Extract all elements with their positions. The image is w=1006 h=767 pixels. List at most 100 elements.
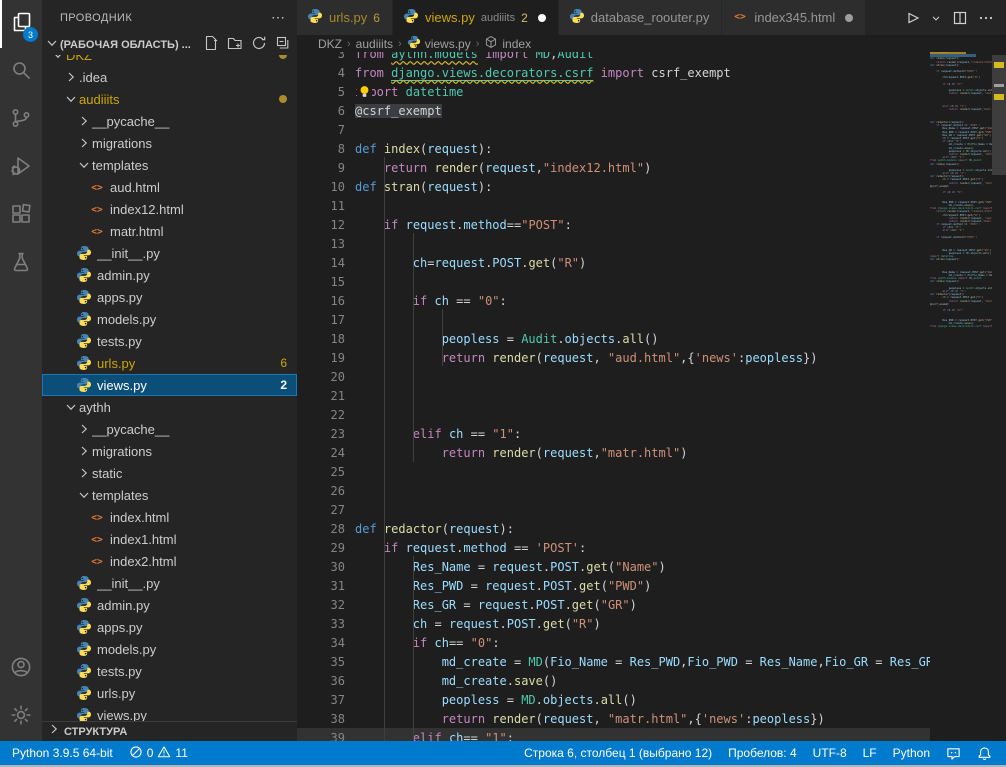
- tree-item-urls.py[interactable]: urls.py: [42, 682, 297, 704]
- language-mode[interactable]: Python: [885, 741, 938, 765]
- code-line-15[interactable]: 15: [297, 272, 930, 291]
- line-number[interactable]: 5: [297, 85, 345, 99]
- tree-item-templates[interactable]: templates: [42, 154, 297, 176]
- activity-explorer[interactable]: 3: [0, 0, 42, 48]
- code-line-9[interactable]: 9 return render(request,"index12.html"): [297, 158, 930, 177]
- activity-source-control[interactable]: [0, 96, 42, 144]
- tree-item-audiiits[interactable]: audiiits: [42, 88, 297, 110]
- sidebar-more-actions[interactable]: ⋯: [271, 9, 285, 26]
- tab-database_roouter.py[interactable]: database_roouter.py: [559, 0, 723, 35]
- encoding-status[interactable]: UTF-8: [805, 741, 855, 765]
- line-number[interactable]: 35: [297, 655, 345, 669]
- code-line-34[interactable]: 34 if ch== "0":: [297, 633, 930, 652]
- code-line-7[interactable]: 7: [297, 120, 930, 139]
- activity-testing[interactable]: [0, 240, 42, 288]
- tab-views.py[interactable]: views.pyaudiiits2: [393, 0, 559, 35]
- code-line-11[interactable]: 11: [297, 196, 930, 215]
- tree-item-index.html[interactable]: <>index.html: [42, 506, 297, 528]
- tree-item-matr.html[interactable]: <>matr.html: [42, 220, 297, 242]
- code-line-30[interactable]: 30 Res_Name = request.POST.get("Name"): [297, 557, 930, 576]
- line-number[interactable]: 11: [297, 199, 345, 213]
- line-number[interactable]: 24: [297, 446, 345, 460]
- workspace-section-header[interactable]: (РАБОЧАЯ ОБЛАСТЬ) ...: [42, 35, 297, 55]
- code-line-24[interactable]: 24 return render(request,"matr.html"): [297, 443, 930, 462]
- code-line-21[interactable]: 21: [297, 386, 930, 405]
- line-number[interactable]: 4: [297, 66, 345, 80]
- line-number[interactable]: 37: [297, 693, 345, 707]
- more-actions-button-icon[interactable]: [978, 10, 994, 26]
- line-number[interactable]: 14: [297, 256, 345, 270]
- tree-item-models.py[interactable]: models.py: [42, 308, 297, 330]
- line-number[interactable]: 9: [297, 161, 345, 175]
- lightbulb-icon[interactable]: [357, 84, 372, 104]
- split-editor-button-icon[interactable]: [952, 10, 968, 26]
- scrollbar-thumb[interactable]: [992, 55, 1006, 175]
- line-number[interactable]: 33: [297, 617, 345, 631]
- breadcrumb-views.py[interactable]: views.py: [407, 35, 471, 52]
- line-number[interactable]: 21: [297, 389, 345, 403]
- line-number[interactable]: 6: [297, 104, 345, 118]
- collapse-all-icon[interactable]: [275, 35, 291, 56]
- line-number[interactable]: 28: [297, 522, 345, 536]
- code-line-36[interactable]: 36 md_create.save(): [297, 671, 930, 690]
- tab-index345.html[interactable]: <>index345.html: [722, 0, 866, 35]
- line-number[interactable]: 23: [297, 427, 345, 441]
- code-line-28[interactable]: 28def redactor(request):: [297, 519, 930, 538]
- tree-item-admin.py[interactable]: admin.py: [42, 594, 297, 616]
- code-line-25[interactable]: 25: [297, 462, 930, 481]
- tree-item-__init__.py[interactable]: __init__.py: [42, 572, 297, 594]
- code-line-4[interactable]: 4from django.views.decorators.csrf impor…: [297, 63, 930, 82]
- code-line-32[interactable]: 32 Res_GR = request.POST.get("GR"): [297, 595, 930, 614]
- line-number[interactable]: 10: [297, 180, 345, 194]
- line-number[interactable]: 36: [297, 674, 345, 688]
- tree-item-migrations[interactable]: migrations: [42, 132, 297, 154]
- notifications-bell-icon[interactable]: [969, 741, 1000, 765]
- line-number[interactable]: 30: [297, 560, 345, 574]
- code-line-31[interactable]: 31 Res_PWD = request.POST.get("PWD"): [297, 576, 930, 595]
- tree-item-aud.html[interactable]: <>aud.html: [42, 176, 297, 198]
- indentation-status[interactable]: Пробелов: 4: [720, 741, 805, 765]
- code-line-37[interactable]: 37 peopless = MD.objects.all(): [297, 690, 930, 709]
- line-number[interactable]: 31: [297, 579, 345, 593]
- code-line-26[interactable]: 26: [297, 481, 930, 500]
- tab-urls.py[interactable]: urls.py6: [297, 0, 393, 35]
- activity-search[interactable]: [0, 48, 42, 96]
- new-file-icon[interactable]: [203, 35, 219, 56]
- line-number[interactable]: 12: [297, 218, 345, 232]
- tree-item-views.py[interactable]: views.py2: [42, 374, 297, 396]
- line-number[interactable]: 20: [297, 370, 345, 384]
- new-folder-icon[interactable]: [227, 35, 243, 56]
- minimap[interactable]: from django.views.decorators.csrf import…: [930, 35, 992, 741]
- tree-item-migrations[interactable]: migrations: [42, 440, 297, 462]
- code-line-27[interactable]: 27: [297, 500, 930, 519]
- code-line-8[interactable]: 8def index(request):: [297, 139, 930, 158]
- code-line-38[interactable]: 38 return render(request, "matr.html",{'…: [297, 709, 930, 728]
- code-line-12[interactable]: 12 if request.method=="POST":: [297, 215, 930, 234]
- line-number[interactable]: 13: [297, 237, 345, 251]
- breadcrumb-audiiits[interactable]: audiiits: [356, 37, 393, 51]
- code-line-5[interactable]: 5import datetime: [297, 82, 930, 101]
- activity-settings[interactable]: [0, 693, 42, 741]
- code-line-39[interactable]: 39 elif ch== "1":: [297, 728, 930, 741]
- activity-account[interactable]: [0, 645, 42, 693]
- code-line-20[interactable]: 20: [297, 367, 930, 386]
- tree-item-admin.py[interactable]: admin.py: [42, 264, 297, 286]
- run-dropdown-icon[interactable]: [930, 12, 942, 24]
- code-line-14[interactable]: 14 ch=request.POST.get("R"): [297, 253, 930, 272]
- run-button-icon[interactable]: [904, 10, 920, 26]
- line-number[interactable]: 16: [297, 294, 345, 308]
- line-number[interactable]: 26: [297, 484, 345, 498]
- line-number[interactable]: 22: [297, 408, 345, 422]
- line-number[interactable]: 34: [297, 636, 345, 650]
- tree-item-tests.py[interactable]: tests.py: [42, 660, 297, 682]
- tree-item-__pycache__[interactable]: __pycache__: [42, 110, 297, 132]
- line-number[interactable]: 32: [297, 598, 345, 612]
- tree-item-urls.py[interactable]: urls.py6: [42, 352, 297, 374]
- line-number[interactable]: 8: [297, 142, 345, 156]
- tree-item-aythh[interactable]: aythh: [42, 396, 297, 418]
- eol-status[interactable]: LF: [855, 741, 885, 765]
- tree-item-tests.py[interactable]: tests.py: [42, 330, 297, 352]
- code-line-18[interactable]: 18 peopless = Audit.objects.all(): [297, 329, 930, 348]
- code-line-19[interactable]: 19 return render(request, "aud.html",{'n…: [297, 348, 930, 367]
- tree-item-models.py[interactable]: models.py: [42, 638, 297, 660]
